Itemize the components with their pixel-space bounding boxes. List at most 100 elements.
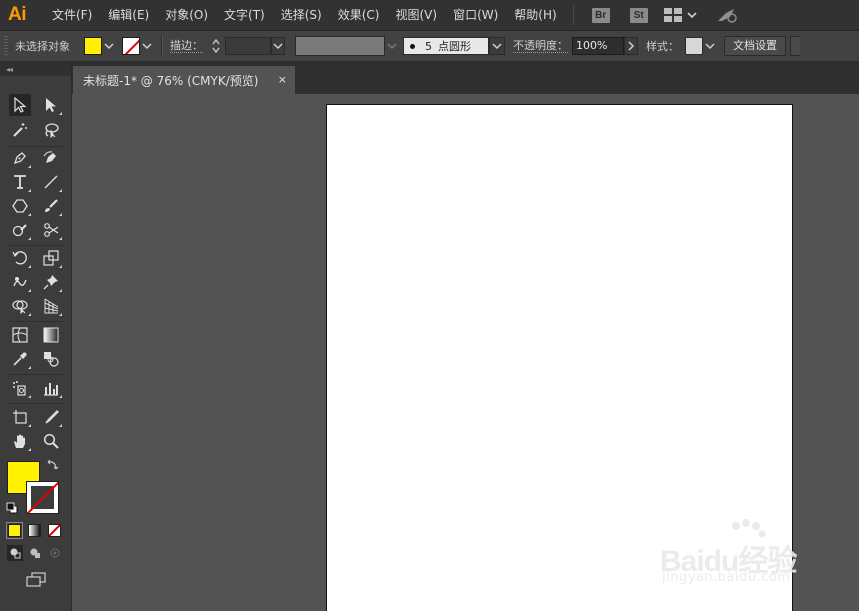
pen-tool[interactable]	[9, 147, 31, 169]
selection-tool[interactable]	[9, 94, 31, 116]
symbol-sprayer-icon	[13, 381, 26, 396]
stroke-weight-dropdown[interactable]	[271, 37, 285, 55]
direct-selection-tool[interactable]	[40, 94, 62, 116]
artboard-tool[interactable]	[9, 406, 31, 428]
menu-window[interactable]: 窗口(W)	[445, 0, 506, 31]
paintbrush-tool[interactable]	[40, 195, 62, 217]
shaper-tool[interactable]	[9, 219, 31, 241]
close-tab-icon[interactable]: ×	[278, 73, 287, 87]
screen-mode-button[interactable]	[24, 570, 48, 590]
workspace-switcher-button[interactable]	[663, 8, 698, 22]
warp-tool[interactable]	[9, 271, 31, 293]
menu-edit[interactable]: 编辑(E)	[100, 0, 157, 31]
menu-effect[interactable]: 效果(C)	[330, 0, 388, 31]
scale-tool[interactable]	[40, 247, 62, 269]
column-graph-tool[interactable]	[40, 377, 62, 399]
eyedropper-tool[interactable]	[9, 348, 31, 370]
magnifier-icon	[43, 433, 59, 449]
chevron-right-icon	[628, 41, 635, 51]
app-logo: Ai	[8, 4, 27, 25]
none-slash-icon	[49, 525, 60, 536]
menu-view[interactable]: 视图(V)	[387, 0, 445, 31]
stroke-weight-stepper[interactable]	[209, 36, 223, 56]
shape-tool[interactable]	[9, 195, 31, 217]
menu-bar: Ai 文件(F) 编辑(E) 对象(O) 文字(T) 选择(S) 效果(C) 视…	[0, 0, 859, 31]
opacity-slider-button[interactable]	[624, 37, 638, 55]
magic-wand-icon	[13, 123, 27, 137]
variable-width-profile[interactable]	[295, 36, 385, 56]
style-label[interactable]: 样式：	[646, 40, 679, 53]
type-tool[interactable]	[9, 171, 31, 193]
blend-tool[interactable]	[40, 348, 62, 370]
line-icon	[44, 175, 58, 189]
separator	[161, 36, 163, 56]
rotate-tool[interactable]	[9, 247, 31, 269]
slice-tool[interactable]	[40, 406, 62, 428]
gpu-performance-button[interactable]	[716, 7, 738, 23]
shape-builder-icon	[12, 300, 28, 314]
workspace-grid-icon	[663, 8, 682, 22]
swap-fill-stroke-button[interactable]	[46, 458, 60, 472]
draw-inside-icon	[50, 548, 60, 558]
document-tab[interactable]: 未标题-1* @ 76% (CMYK/预览) ×	[73, 66, 295, 94]
fill-swatch[interactable]	[84, 37, 102, 55]
bridge-button[interactable]: Br	[591, 7, 610, 23]
stepper-arrows-icon	[212, 38, 220, 54]
profile-dropdown[interactable]	[385, 37, 399, 55]
eyedropper-icon	[13, 352, 27, 366]
draw-behind-button[interactable]	[27, 545, 43, 561]
gradient-mode-button[interactable]	[28, 524, 41, 537]
menu-select[interactable]: 选择(S)	[273, 0, 330, 31]
gradient-tool[interactable]	[40, 324, 62, 346]
collapse-icon[interactable]: ◂◂	[6, 65, 13, 74]
tool-divider	[6, 403, 64, 404]
default-colors-icon	[6, 502, 18, 514]
document-tab-title: 未标题-1* @ 76% (CMYK/预览)	[83, 73, 259, 88]
gradient-icon	[43, 327, 59, 343]
opacity-label[interactable]: 不透明度：	[513, 39, 568, 53]
preferences-button[interactable]	[790, 36, 800, 56]
panel-grip[interactable]	[4, 36, 8, 56]
brush-dropdown[interactable]	[489, 37, 505, 55]
stroke-weight-input[interactable]	[225, 37, 271, 55]
rocket-icon	[717, 9, 737, 23]
scissors-tool[interactable]	[40, 219, 62, 241]
line-segment-tool[interactable]	[40, 171, 62, 193]
fill-dropdown[interactable]	[102, 37, 116, 55]
puppet-warp-tool[interactable]	[40, 271, 62, 293]
graphic-style-swatch[interactable]	[685, 37, 703, 55]
stroke-color-box[interactable]	[26, 481, 59, 514]
menu-type[interactable]: 文字(T)	[216, 0, 273, 31]
brush-definition[interactable]: 5 点圆形	[403, 37, 489, 55]
symbol-sprayer-tool[interactable]	[9, 377, 31, 399]
draw-normal-button[interactable]	[7, 545, 23, 561]
default-fill-stroke-button[interactable]	[5, 501, 19, 515]
menu-file[interactable]: 文件(F)	[44, 0, 100, 31]
color-mode-button[interactable]	[6, 522, 23, 539]
stock-button[interactable]: St	[629, 7, 648, 23]
opacity-input[interactable]: 100%	[572, 37, 624, 55]
curvature-tool[interactable]	[40, 147, 62, 169]
style-dropdown[interactable]	[703, 37, 717, 55]
perspective-grid-tool[interactable]	[40, 295, 62, 317]
menu-help[interactable]: 帮助(H)	[506, 0, 564, 31]
magic-wand-tool[interactable]	[9, 119, 31, 141]
menu-object[interactable]: 对象(O)	[157, 0, 216, 31]
tools-panel-header[interactable]: ◂◂	[0, 62, 71, 76]
zoom-tool[interactable]	[40, 430, 62, 452]
chevron-down-icon	[387, 43, 397, 50]
stroke-swatch[interactable]	[122, 37, 140, 55]
mesh-tool[interactable]	[9, 324, 31, 346]
stroke-label[interactable]: 描边：	[170, 39, 203, 53]
draw-inside-button[interactable]	[47, 545, 63, 561]
document-tab-bar: 未标题-1* @ 76% (CMYK/预览) ×	[72, 62, 859, 94]
screen-mode-icon	[26, 572, 46, 587]
lasso-tool[interactable]	[40, 119, 62, 141]
baidu-watermark: Baidu经验 jingyan.baidu.com	[660, 518, 820, 594]
shape-builder-tool[interactable]	[9, 295, 31, 317]
hand-tool[interactable]	[9, 430, 31, 452]
document-setup-button[interactable]: 文档设置	[724, 36, 786, 56]
stroke-dropdown[interactable]	[140, 37, 154, 55]
scale-icon	[43, 250, 59, 266]
none-mode-button[interactable]	[48, 524, 61, 537]
